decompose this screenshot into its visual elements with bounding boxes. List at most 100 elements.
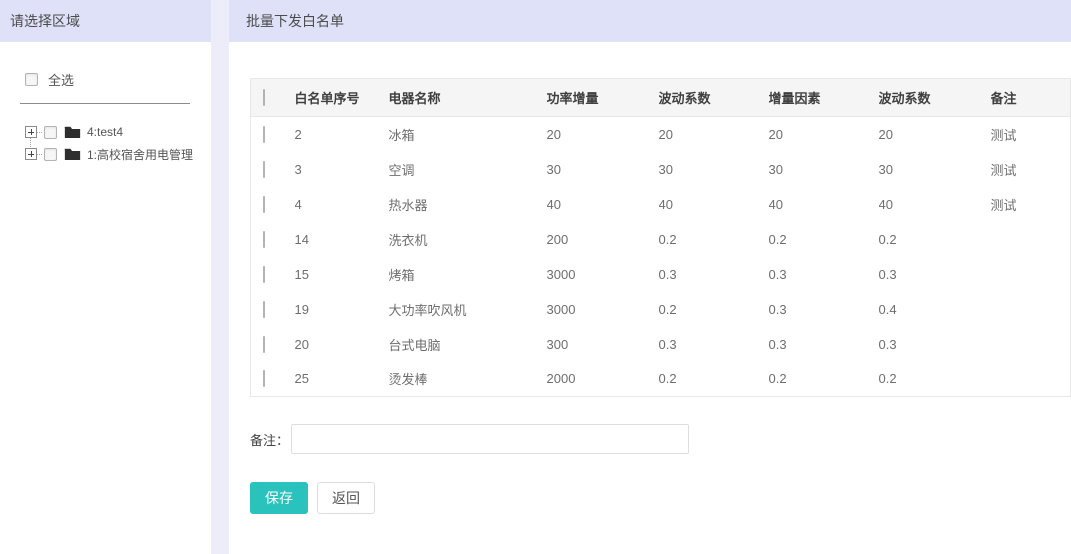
tree-dot-connector	[37, 154, 42, 155]
region-tree: 4:test4 1:高校宿舍用电管理	[25, 121, 211, 165]
remark-label: 备注：	[250, 430, 289, 449]
table-cell: 20	[547, 117, 659, 152]
row-checkbox-cell	[251, 152, 295, 187]
table-row: 15烤箱30000.30.30.3	[251, 257, 1071, 292]
table-cell: 20	[659, 117, 769, 152]
table-cell: 0.3	[879, 327, 991, 362]
row-checkbox-cell	[251, 292, 295, 327]
region-sidebar: 请选择区域 全选 4:test4 1:高校宿舍用电管理	[0, 0, 211, 554]
table-row: 19大功率吹风机30000.20.30.4	[251, 292, 1071, 327]
table-cell: 30	[879, 152, 991, 187]
folder-icon	[64, 147, 81, 161]
table-cell: 冰箱	[389, 117, 547, 152]
column-header: 备注	[991, 79, 1071, 117]
table-cell: 4	[295, 187, 389, 222]
sidebar-title: 请选择区域	[0, 0, 211, 42]
row-checkbox[interactable]	[263, 266, 265, 283]
column-header: 白名单序号	[295, 79, 389, 117]
table-cell: 3000	[547, 257, 659, 292]
tree-node-label: 1:高校宿舍用电管理	[87, 146, 193, 163]
button-row: 保存 返回	[250, 482, 1071, 514]
table-cell: 0.4	[879, 292, 991, 327]
column-header: 电器名称	[389, 79, 547, 117]
tree-node[interactable]: 4:test4	[25, 121, 211, 143]
whitelist-table: 白名单序号电器名称功率增量波动系数增量因素波动系数备注 2冰箱20202020测…	[250, 78, 1071, 397]
table-cell: 0.3	[769, 327, 879, 362]
table-cell: 0.2	[659, 292, 769, 327]
column-header: 增量因素	[769, 79, 879, 117]
table-cell: 0.2	[769, 362, 879, 397]
table-cell: 0.2	[879, 362, 991, 397]
table-cell	[991, 222, 1071, 257]
row-checkbox[interactable]	[263, 301, 265, 318]
table-cell: 20	[295, 327, 389, 362]
row-checkbox-cell	[251, 117, 295, 152]
remark-row: 备注：	[250, 424, 1071, 454]
table-cell	[991, 327, 1071, 362]
row-checkbox[interactable]	[263, 126, 265, 143]
table-cell: 2	[295, 117, 389, 152]
row-checkbox[interactable]	[263, 161, 265, 178]
whitelist-panel: 批量下发白名单 白名单序号电器名称功率增量波动系数增量因素波动系数备注 2冰箱2…	[229, 0, 1071, 554]
table-header-row: 白名单序号电器名称功率增量波动系数增量因素波动系数备注	[251, 79, 1071, 117]
table-row: 14洗衣机2000.20.20.2	[251, 222, 1071, 257]
row-checkbox[interactable]	[263, 370, 265, 387]
table-cell: 0.2	[769, 222, 879, 257]
table-cell: 40	[659, 187, 769, 222]
table-cell: 0.3	[879, 257, 991, 292]
tree-node-checkbox[interactable]	[44, 148, 57, 161]
table-cell: 0.2	[659, 222, 769, 257]
table-cell: 19	[295, 292, 389, 327]
table-row: 25烫发棒20000.20.20.2	[251, 362, 1071, 397]
table-row: 4热水器40404040测试	[251, 187, 1071, 222]
table-row: 20台式电脑3000.30.30.3	[251, 327, 1071, 362]
table-cell: 空调	[389, 152, 547, 187]
table-cell: 3000	[547, 292, 659, 327]
table-cell: 0.2	[659, 362, 769, 397]
table-cell: 3	[295, 152, 389, 187]
save-button[interactable]: 保存	[250, 482, 308, 514]
table-cell: 测试	[991, 117, 1071, 152]
expand-plus-icon[interactable]	[25, 148, 37, 160]
table-cell: 40	[769, 187, 879, 222]
table-cell	[991, 292, 1071, 327]
table-cell: 30	[547, 152, 659, 187]
row-checkbox[interactable]	[263, 231, 265, 248]
table-cell: 20	[769, 117, 879, 152]
folder-icon	[64, 125, 81, 139]
table-cell: 300	[547, 327, 659, 362]
remark-input[interactable]	[291, 424, 689, 454]
select-all-label: 全选	[48, 70, 74, 89]
row-checkbox-cell	[251, 362, 295, 397]
table-cell	[991, 362, 1071, 397]
row-checkbox[interactable]	[263, 336, 265, 353]
row-checkbox-cell	[251, 257, 295, 292]
table-cell: 0.2	[879, 222, 991, 257]
column-header: 波动系数	[879, 79, 991, 117]
table-row: 2冰箱20202020测试	[251, 117, 1071, 152]
table-cell: 0.3	[769, 257, 879, 292]
table-cell: 40	[547, 187, 659, 222]
row-checkbox-cell	[251, 327, 295, 362]
select-all-row[interactable]: 全选	[25, 70, 211, 89]
tree-node-checkbox[interactable]	[44, 126, 57, 139]
table-cell: 热水器	[389, 187, 547, 222]
select-all-rows-checkbox[interactable]	[263, 89, 265, 106]
table-cell: 烫发棒	[389, 362, 547, 397]
row-checkbox-cell	[251, 187, 295, 222]
table-cell: 40	[879, 187, 991, 222]
expand-plus-icon[interactable]	[25, 126, 37, 138]
table-cell: 30	[769, 152, 879, 187]
table-cell: 0.3	[769, 292, 879, 327]
select-all-checkbox[interactable]	[25, 73, 38, 86]
tree-node[interactable]: 1:高校宿舍用电管理	[25, 143, 211, 165]
table-row: 3空调30303030测试	[251, 152, 1071, 187]
back-button[interactable]: 返回	[317, 482, 375, 514]
table-cell	[991, 257, 1071, 292]
row-checkbox[interactable]	[263, 196, 265, 213]
table-cell: 烤箱	[389, 257, 547, 292]
table-cell: 测试	[991, 152, 1071, 187]
column-header: 功率增量	[547, 79, 659, 117]
header-checkbox-cell	[251, 79, 295, 117]
table-cell: 大功率吹风机	[389, 292, 547, 327]
